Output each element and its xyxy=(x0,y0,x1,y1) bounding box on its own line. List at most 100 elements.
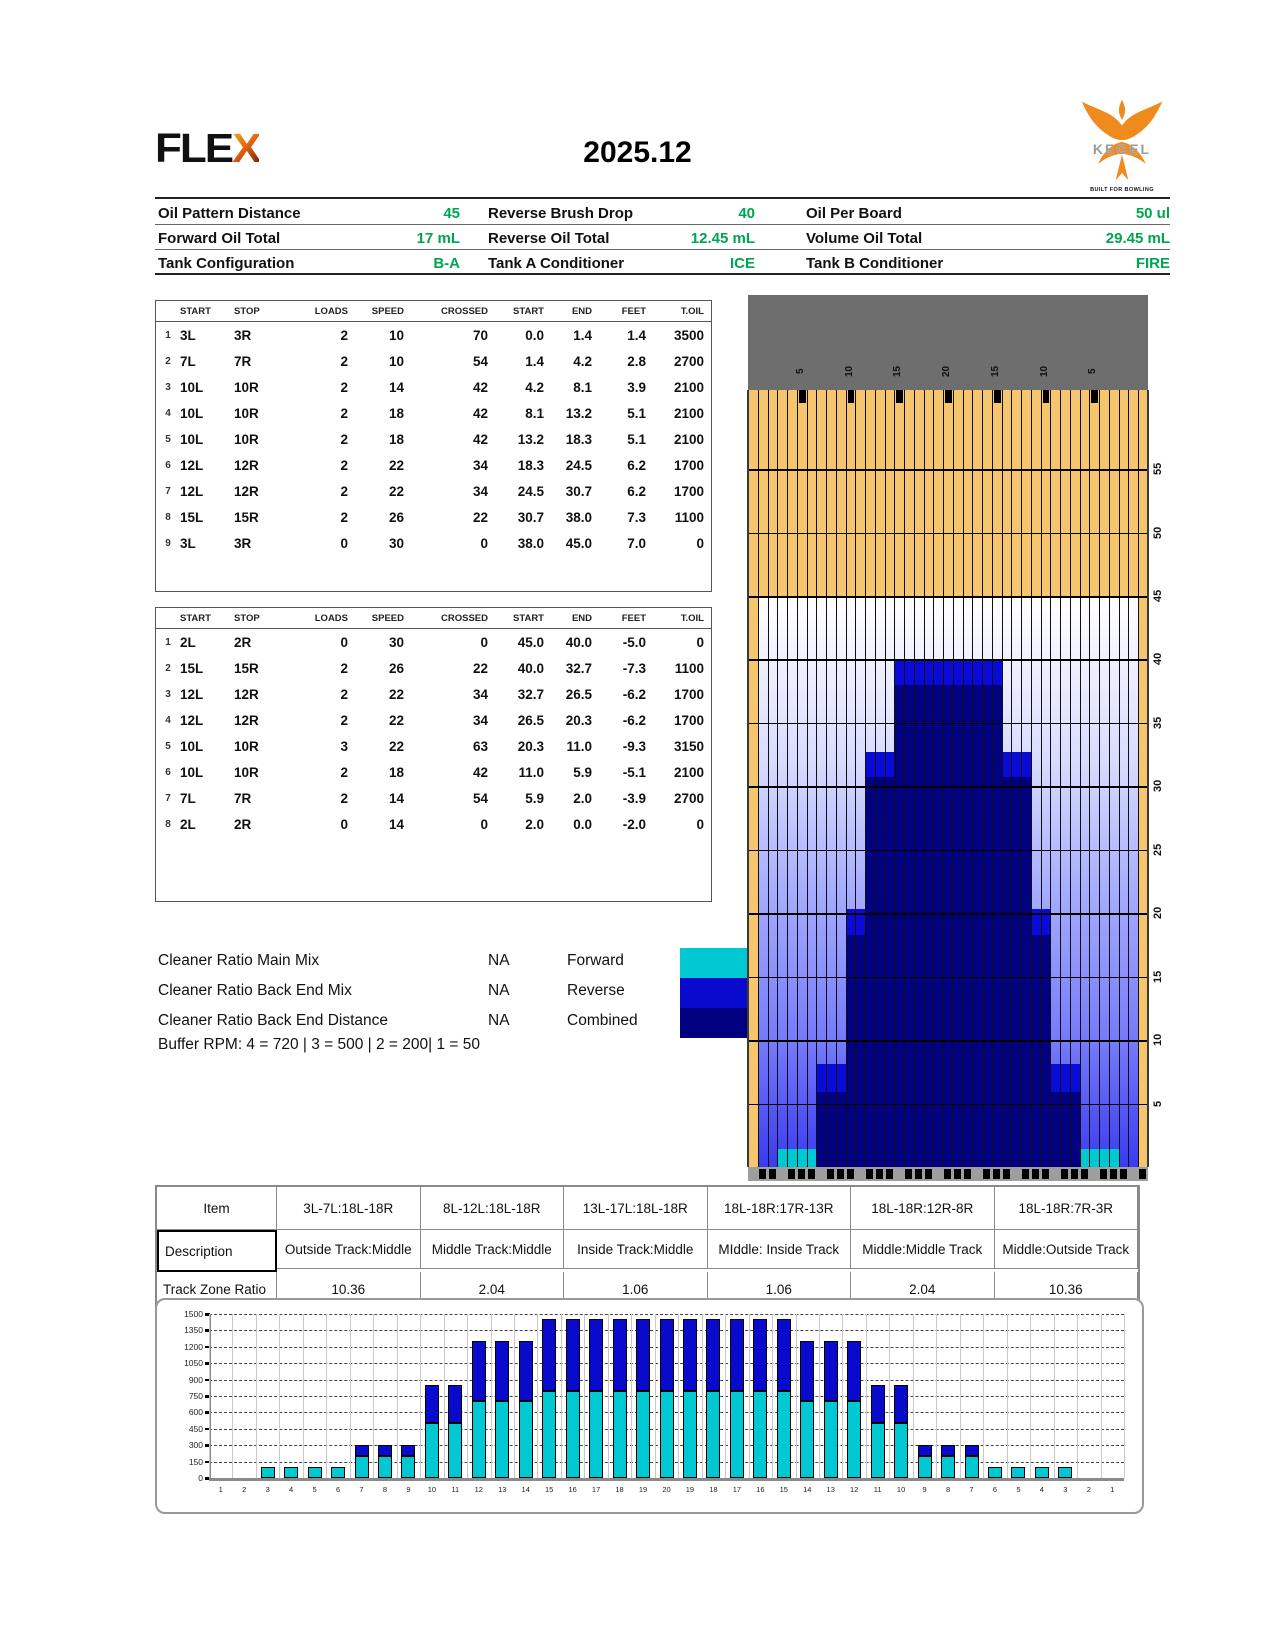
x-axis-tick-label: 7 xyxy=(359,1485,364,1494)
pass-cell: 0 xyxy=(340,816,348,832)
pass-cell: 1.4 xyxy=(627,327,646,343)
bar-forward-segment xyxy=(894,1423,909,1478)
column-header: STOP xyxy=(234,612,260,624)
bar-forward-segment xyxy=(847,1401,862,1478)
track-zone-cell: Description xyxy=(157,1230,277,1272)
x-axis-tick-label: 20 xyxy=(662,1485,671,1494)
row-number: 1 xyxy=(165,329,171,341)
chart-vertical-gridline xyxy=(467,1314,469,1478)
bar-forward-segment xyxy=(870,1423,885,1478)
oil-zone-reverse xyxy=(895,659,905,685)
chart-vertical-gridline xyxy=(865,1314,867,1478)
pass-cell: 12L xyxy=(180,686,204,702)
pass-cell: 10R xyxy=(234,764,259,780)
chart-vertical-gridline xyxy=(1053,1314,1055,1478)
pass-cell: 10L xyxy=(180,379,204,395)
pass-cell: 12R xyxy=(234,712,259,728)
row-number: 3 xyxy=(165,381,171,393)
pass-cell: -5.0 xyxy=(622,634,646,650)
bar-forward-segment xyxy=(682,1390,697,1478)
cleaner-label: Cleaner Ratio Back End Mix xyxy=(158,982,352,999)
pass-cell: 2 xyxy=(340,764,348,780)
divider xyxy=(155,273,1170,275)
track-zone-cell: Inside Track:Middle xyxy=(564,1230,708,1269)
cleaner-value: NA xyxy=(488,1012,510,1029)
bar-forward-segment xyxy=(823,1401,838,1478)
column-header: SPEED xyxy=(371,612,404,624)
foul-bar-dot xyxy=(875,1169,884,1179)
row-number: 2 xyxy=(165,355,171,367)
pass-cell: 0.0 xyxy=(573,816,592,832)
oil-zone-reverse xyxy=(885,752,895,778)
y-axis-tick-label: 750 xyxy=(188,1391,203,1401)
oil-zone-combined xyxy=(914,684,924,1167)
foul-bar-dot xyxy=(1041,1169,1049,1179)
bar-forward-segment xyxy=(800,1401,815,1478)
oil-zone-combined xyxy=(846,934,856,1167)
pass-cell: 10L xyxy=(180,738,204,754)
pass-cell: 15L xyxy=(180,509,204,525)
pass-cell: 34 xyxy=(472,712,488,728)
chart-vertical-gridline xyxy=(889,1314,891,1478)
bar-reverse-segment xyxy=(729,1319,744,1391)
chart-vertical-gridline xyxy=(514,1314,515,1478)
pass-cell: 3 xyxy=(340,738,348,754)
board-number-label: 20 xyxy=(941,365,953,377)
bar-forward-segment xyxy=(307,1467,322,1478)
row-number: 5 xyxy=(165,740,171,752)
oil-zone-combined xyxy=(875,777,885,1167)
info-value: 50 ul xyxy=(1135,204,1170,222)
track-zone-row: Item 3L-7L:18L-18R 8L-12L:18L-18R 13L-17L:1… xyxy=(157,1187,1138,1230)
bar-forward-segment xyxy=(776,1390,791,1478)
oil-zone-forward xyxy=(1080,1149,1090,1167)
bar-forward-segment xyxy=(1034,1467,1049,1478)
oil-zone-combined xyxy=(1041,934,1051,1167)
pass-cell: 7.0 xyxy=(627,535,646,551)
oil-zone-reverse xyxy=(914,659,924,685)
pass-cell: -2.0 xyxy=(622,816,646,832)
board-oil-bar-chart: 0 150 300 450 600 750 900 1050 1200 1350 1500 1 2 3 4 5… xyxy=(155,1298,1144,1514)
y-axis-tick-label: 1500 xyxy=(184,1309,203,1319)
distance-gridline xyxy=(748,976,1148,979)
foul-bar-dot xyxy=(983,1169,991,1179)
chart-vertical-gridline xyxy=(420,1314,422,1478)
oil-zone-combined xyxy=(1012,777,1022,1167)
pass-cell: 45.0 xyxy=(565,535,592,551)
track-zone-cell: Middle Track:Middle xyxy=(420,1230,564,1269)
pass-table-row: 7 7L 7R 2 14 54 5.9 2.0 -3.9 2700 xyxy=(156,785,711,811)
lane-board xyxy=(826,390,836,1167)
lane-board xyxy=(1089,390,1100,1167)
pass-cell: 2 xyxy=(340,431,348,447)
bar-reverse-segment xyxy=(917,1445,932,1457)
track-zone-cell: 13L-17L:18L-18R xyxy=(564,1187,708,1230)
board-number-label: 15 xyxy=(989,365,1001,377)
pass-cell: 10R xyxy=(234,379,259,395)
pass-cell: 2 xyxy=(340,712,348,728)
lane-board xyxy=(865,390,875,1167)
pass-cell: 12R xyxy=(234,483,259,499)
x-axis-tick-label: 8 xyxy=(945,1485,951,1494)
pass-cell: 3L xyxy=(180,535,196,551)
chart-vertical-gridline xyxy=(373,1314,375,1478)
lane-board xyxy=(1118,390,1129,1167)
pass-cell: 5.9 xyxy=(525,790,544,806)
pin-deck-area: 5 10 15 20 15 10 5 xyxy=(748,295,1148,390)
row-number: 7 xyxy=(165,792,171,804)
pass-cell: -3.9 xyxy=(622,790,646,806)
distance-label: 5 xyxy=(1152,1100,1164,1107)
pass-cell: 34 xyxy=(472,483,488,499)
pass-cell: 2R xyxy=(234,634,252,650)
pass-cell: 22 xyxy=(388,457,404,473)
info-label: Tank A Conditioner xyxy=(488,254,625,272)
oil-zone-reverse xyxy=(1070,1064,1080,1093)
info-value: 17 mL xyxy=(416,229,460,247)
info-value: FIRE xyxy=(1135,254,1170,272)
foul-bar-dot xyxy=(963,1169,971,1179)
lane-board xyxy=(806,390,817,1167)
pass-cell: 2 xyxy=(340,327,348,343)
bar-forward-segment xyxy=(377,1456,392,1478)
bar-reverse-segment xyxy=(448,1385,463,1424)
pass-cell: 2100 xyxy=(673,379,704,395)
pass-cell: 42 xyxy=(472,431,488,447)
pass-cell: 30 xyxy=(388,535,404,551)
